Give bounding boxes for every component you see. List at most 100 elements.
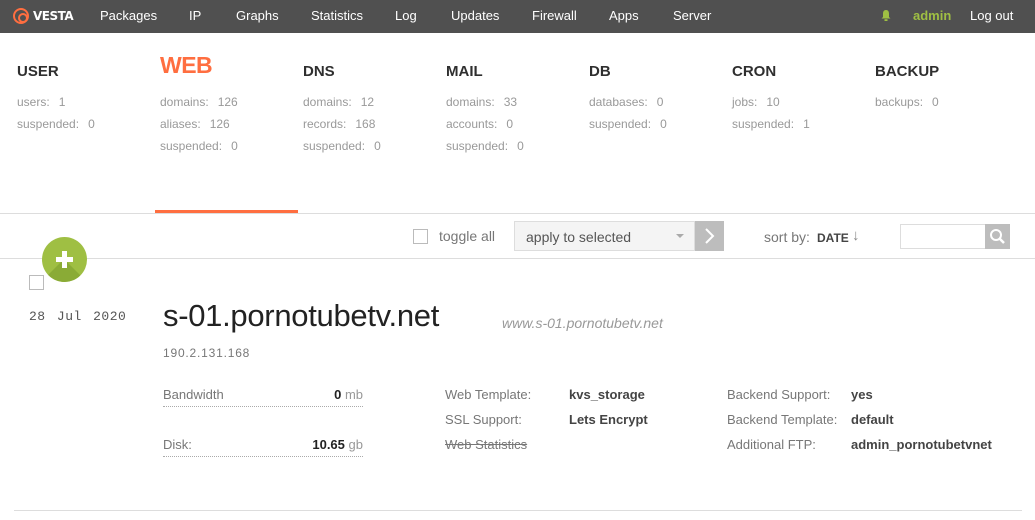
stat-label: accounts: — [446, 117, 498, 131]
sort-by-value[interactable]: DATE — [817, 231, 849, 245]
bandwidth-label: Bandwidth — [163, 387, 224, 402]
stat-label: databases: — [589, 95, 648, 109]
notification-bell-icon[interactable] — [881, 10, 891, 21]
stat-label: suspended: — [446, 139, 509, 153]
record-date: 28 Jul 2020 — [29, 309, 127, 324]
stat-row: suspended: 0 — [589, 115, 667, 137]
disk-value-group: 10.65 gb — [312, 437, 363, 452]
bandwidth-value-group: 0 mb — [334, 387, 363, 402]
stat-value: 0 — [88, 117, 95, 131]
nav-firewall[interactable]: Firewall — [532, 8, 577, 23]
stat-row: aliases: 126 — [160, 115, 238, 137]
stat-title-user[interactable]: USER — [17, 62, 95, 82]
stat-label: jobs: — [732, 95, 758, 109]
search-button[interactable] — [985, 224, 1010, 249]
stat-label: domains: — [303, 95, 352, 109]
stat-label: suspended: — [589, 117, 652, 131]
search-input[interactable] — [900, 224, 986, 249]
apply-to-selected-dropdown[interactable]: apply to selected — [514, 221, 695, 251]
plus-icon-vertical — [62, 251, 67, 268]
stat-value: 126 — [209, 117, 230, 131]
toggle-all-label[interactable]: toggle all — [439, 228, 495, 244]
stat-row: domains: 126 — [160, 93, 238, 115]
backend-support-label: Backend Support: — [727, 387, 831, 402]
stat-value: 33 — [503, 95, 518, 109]
disk-value: 10.65 — [312, 437, 345, 452]
record-divider — [14, 510, 1022, 511]
search-icon — [990, 229, 1005, 244]
vesta-logo-icon — [13, 8, 29, 24]
stat-row: suspended: 0 — [303, 137, 381, 159]
stats-user[interactable]: USER users: 1 suspended: 0 — [17, 62, 95, 137]
stat-value: 0 — [506, 117, 514, 131]
stat-value: 168 — [355, 117, 376, 131]
stat-label: suspended: — [17, 117, 80, 131]
ssl-support-value: Lets Encrypt — [569, 412, 648, 427]
toggle-all-checkbox[interactable] — [413, 229, 428, 244]
stat-label: aliases: — [160, 117, 201, 131]
stats-mail[interactable]: MAIL domains: 33 accounts: 0 suspended: 0 — [446, 62, 524, 159]
stat-row: records: 168 — [303, 115, 381, 137]
stat-row: databases: 0 — [589, 93, 667, 115]
backend-template-value: default — [851, 412, 894, 427]
stat-title-backup[interactable]: BACKUP — [875, 62, 939, 82]
disk-metric: Disk: 10.65 gb — [163, 437, 363, 457]
nav-ip[interactable]: IP — [189, 8, 201, 23]
backend-support-value: yes — [851, 387, 873, 402]
domain-name[interactable]: s-01.pornotubetv.net — [163, 298, 439, 334]
nav-graphs[interactable]: Graphs — [236, 8, 279, 23]
stat-value: 10 — [766, 95, 780, 109]
stats-backup[interactable]: BACKUP backups: 0 — [875, 62, 939, 115]
stat-value: 126 — [217, 95, 238, 109]
stat-row: domains: 12 — [303, 93, 381, 115]
sort-direction-icon[interactable]: ↓ — [852, 227, 860, 244]
additional-ftp-label: Additional FTP: — [727, 437, 816, 452]
user-admin-link[interactable]: admin — [913, 8, 951, 23]
stat-row: backups: 0 — [875, 93, 939, 115]
nav-server[interactable]: Server — [673, 8, 711, 23]
stat-row: accounts: 0 — [446, 115, 524, 137]
ssl-support-label: SSL Support: — [445, 412, 522, 427]
web-template-value: kvs_storage — [569, 387, 645, 402]
stat-value: 0 — [517, 139, 524, 153]
record-select-checkbox[interactable] — [29, 275, 44, 290]
add-web-domain-button[interactable] — [42, 237, 87, 282]
stat-row: domains: 33 — [446, 93, 524, 115]
web-template-label: Web Template: — [445, 387, 532, 402]
top-navigation-bar: VESTA Packages IP Graphs Statistics Log … — [0, 0, 1035, 33]
nav-updates[interactable]: Updates — [451, 8, 499, 23]
stat-title-dns[interactable]: DNS — [303, 62, 381, 82]
stats-dns[interactable]: DNS domains: 12 records: 168 suspended: 0 — [303, 62, 381, 159]
stats-web[interactable]: WEB domains: 126 aliases: 126 suspended: 0 — [160, 54, 238, 159]
stat-row: users: 1 — [17, 93, 95, 115]
stat-title-cron[interactable]: CRON — [732, 62, 810, 82]
stat-title-web-active[interactable]: WEB — [160, 54, 238, 77]
nav-log[interactable]: Log — [395, 8, 417, 23]
stat-label: suspended: — [303, 139, 366, 153]
stat-title-mail[interactable]: MAIL — [446, 62, 524, 82]
stats-cron[interactable]: CRON jobs: 10 suspended: 1 — [732, 62, 810, 137]
apply-go-button[interactable] — [695, 221, 724, 251]
nav-packages[interactable]: Packages — [100, 8, 157, 23]
stat-label: domains: — [160, 95, 209, 109]
stats-db[interactable]: DB databases: 0 suspended: 0 — [589, 62, 667, 137]
vesta-logo[interactable]: VESTA — [13, 8, 74, 24]
backend-template-label: Backend Template: — [727, 412, 838, 427]
web-statistics-label: Web Statistics — [445, 437, 528, 452]
stats-divider — [0, 213, 1035, 214]
stat-label: domains: — [446, 95, 495, 109]
bandwidth-unit: mb — [344, 387, 363, 402]
nav-apps[interactable]: Apps — [609, 8, 639, 23]
logout-link[interactable]: Log out — [970, 8, 1013, 23]
stat-label: records: — [303, 117, 347, 131]
chevron-right-icon — [705, 228, 715, 244]
apply-to-selected-value: apply to selected — [526, 229, 632, 245]
nav-statistics[interactable]: Statistics — [311, 8, 363, 23]
stat-row: suspended: 0 — [160, 137, 238, 159]
stat-title-db[interactable]: DB — [589, 62, 667, 82]
logo-text: VESTA — [33, 9, 74, 23]
stat-label: users: — [17, 95, 50, 109]
stat-value: 0 — [932, 95, 939, 109]
disk-unit: gb — [348, 437, 363, 452]
additional-ftp-value: admin_pornotubetvnet — [851, 437, 992, 452]
